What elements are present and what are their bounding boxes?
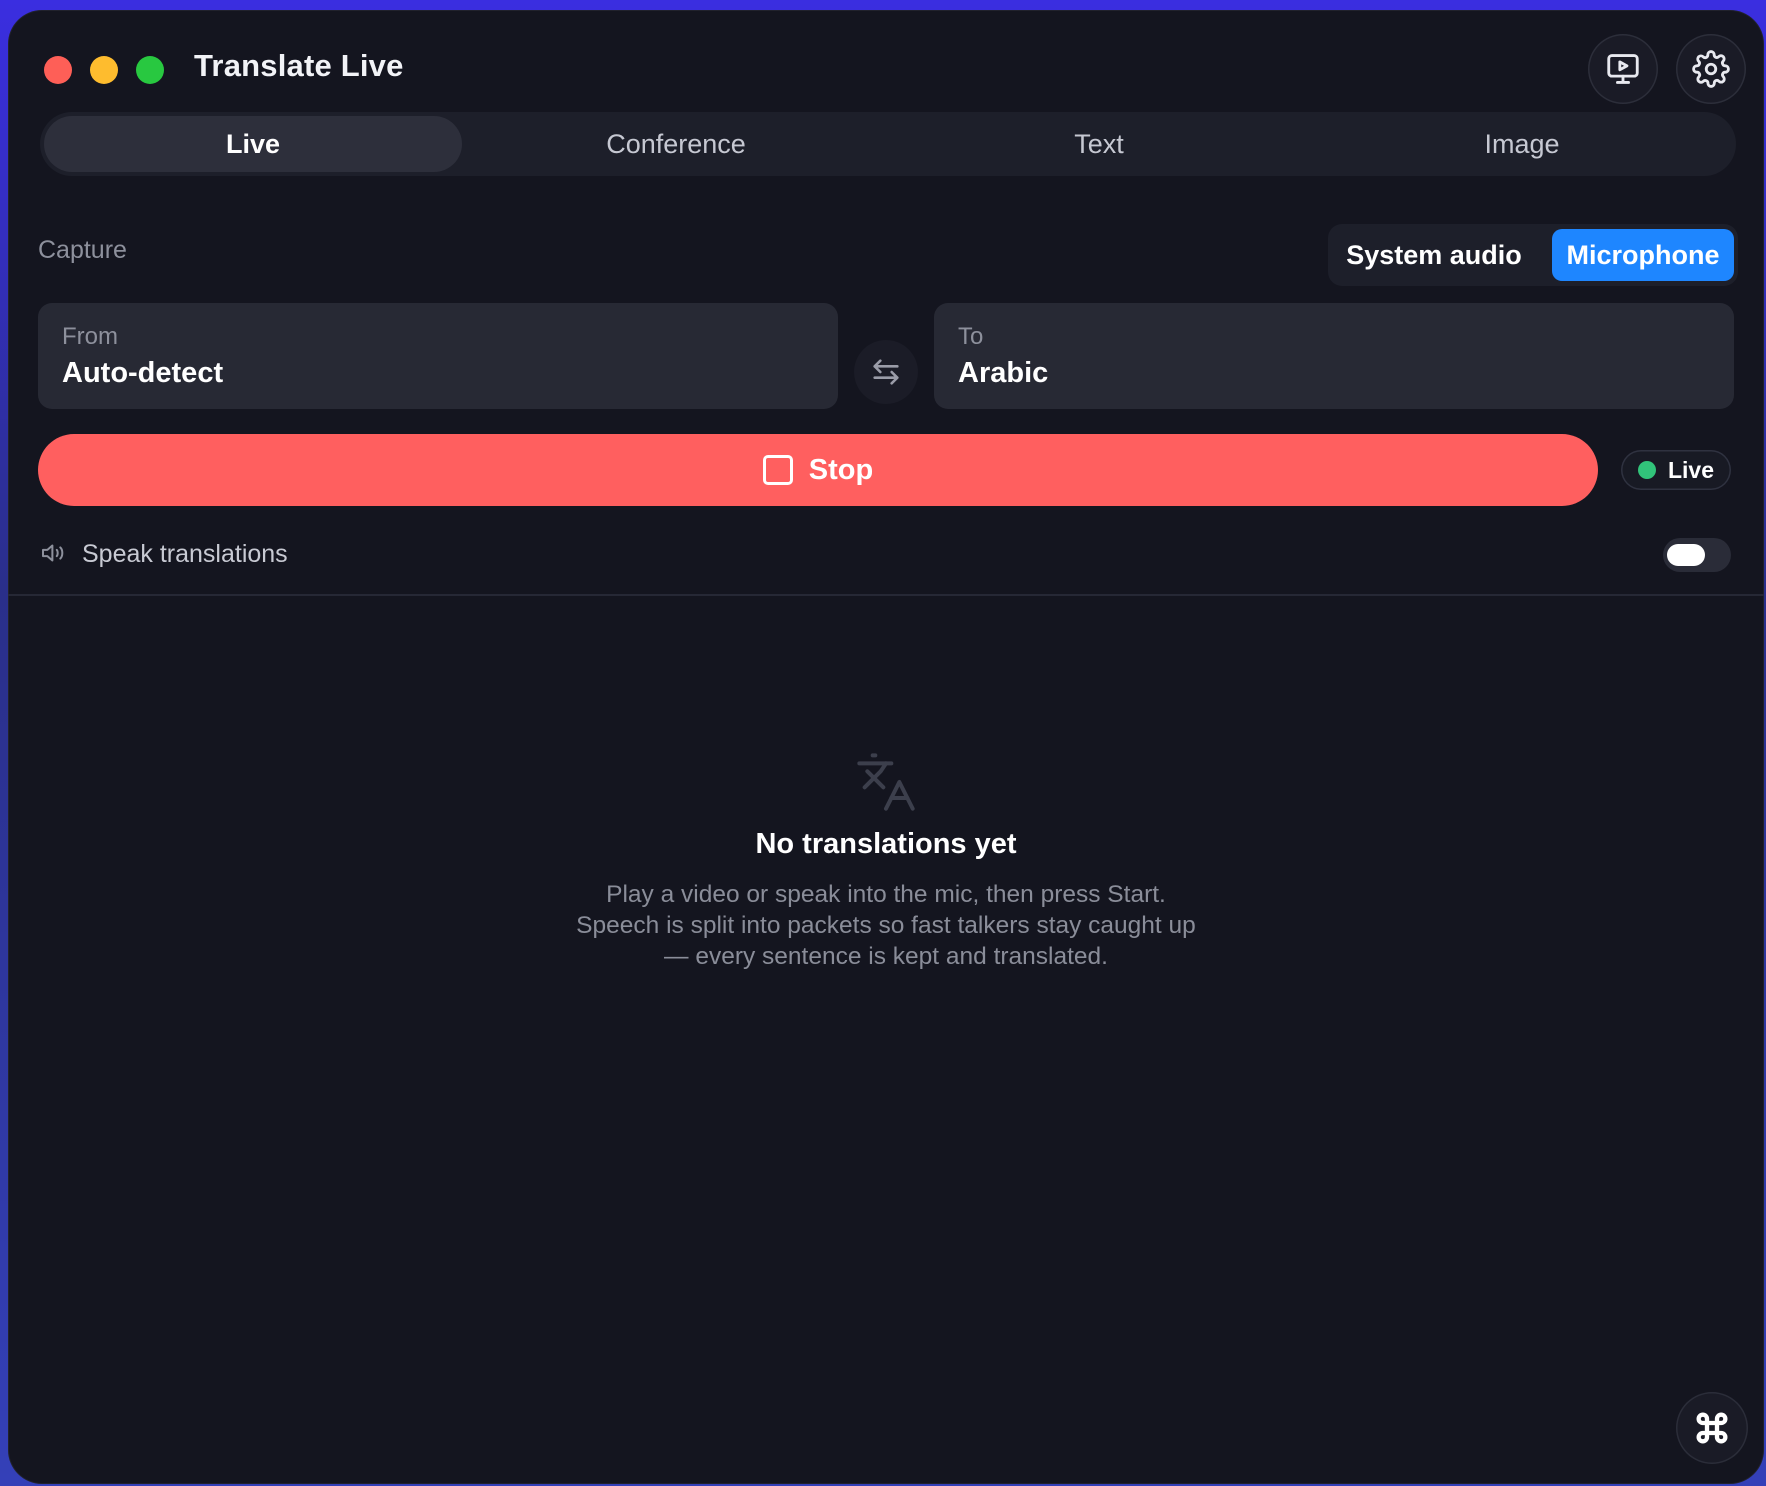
system-audio-option[interactable]: System audio	[1334, 229, 1534, 281]
live-status-badge: Live	[1621, 450, 1731, 490]
speaker-icon	[42, 544, 64, 562]
stop-label: Stop	[808, 453, 874, 486]
capture-label: Capture	[38, 236, 127, 264]
to-value: Arabic	[958, 357, 1049, 389]
speak-translations-label: Speak translations	[82, 540, 288, 568]
desktop-background: Translate Live Live Conference Text Imag…	[0, 0, 1766, 1486]
close-window-button[interactable]	[44, 56, 72, 84]
present-button[interactable]	[1588, 34, 1658, 104]
empty-state: No translations yet Play a video or spea…	[8, 750, 1764, 972]
to-label: To	[958, 323, 984, 350]
stop-icon	[762, 455, 793, 485]
from-value: Auto-detect	[62, 357, 224, 389]
empty-state-title: No translations yet	[755, 828, 1017, 860]
stop-button[interactable]: Stop	[38, 434, 1598, 506]
live-status-text: Live	[1667, 456, 1715, 483]
command-icon	[1696, 1412, 1728, 1444]
section-divider	[8, 594, 1764, 596]
screen-play-icon	[1607, 54, 1639, 84]
translate-icon	[857, 753, 915, 811]
app-title: Translate Live	[194, 48, 404, 83]
title-bar: Translate Live	[8, 10, 1764, 110]
toggle-knob	[1667, 544, 1705, 566]
gear-icon	[1692, 50, 1730, 88]
tab-image[interactable]: Image	[1313, 116, 1731, 172]
from-label: From	[62, 323, 118, 350]
minimize-window-button[interactable]	[90, 56, 118, 84]
speak-translations-row: Speak translations	[38, 530, 1738, 580]
live-dot-icon	[1637, 461, 1656, 479]
capture-source-selector: System audio Microphone	[1328, 224, 1738, 286]
source-language-select[interactable]: From Auto-detect	[38, 303, 838, 409]
swap-languages-button[interactable]	[854, 340, 918, 404]
swap-arrows-icon	[873, 359, 899, 385]
floating-action-button[interactable]	[1676, 1392, 1748, 1464]
speak-translations-toggle[interactable]	[1663, 538, 1731, 572]
target-language-select[interactable]: To Arabic	[934, 303, 1734, 409]
tab-conference[interactable]: Conference	[467, 116, 885, 172]
microphone-option[interactable]: Microphone	[1552, 229, 1734, 281]
maximize-window-button[interactable]	[136, 56, 164, 84]
mode-tabs: Live Conference Text Image	[40, 112, 1736, 176]
empty-state-description: Play a video or speak into the mic, then…	[576, 881, 1196, 970]
settings-button[interactable]	[1676, 34, 1746, 104]
app-window: Translate Live Live Conference Text Imag…	[8, 10, 1764, 1484]
tab-live[interactable]: Live	[44, 116, 462, 172]
tab-text[interactable]: Text	[890, 116, 1308, 172]
